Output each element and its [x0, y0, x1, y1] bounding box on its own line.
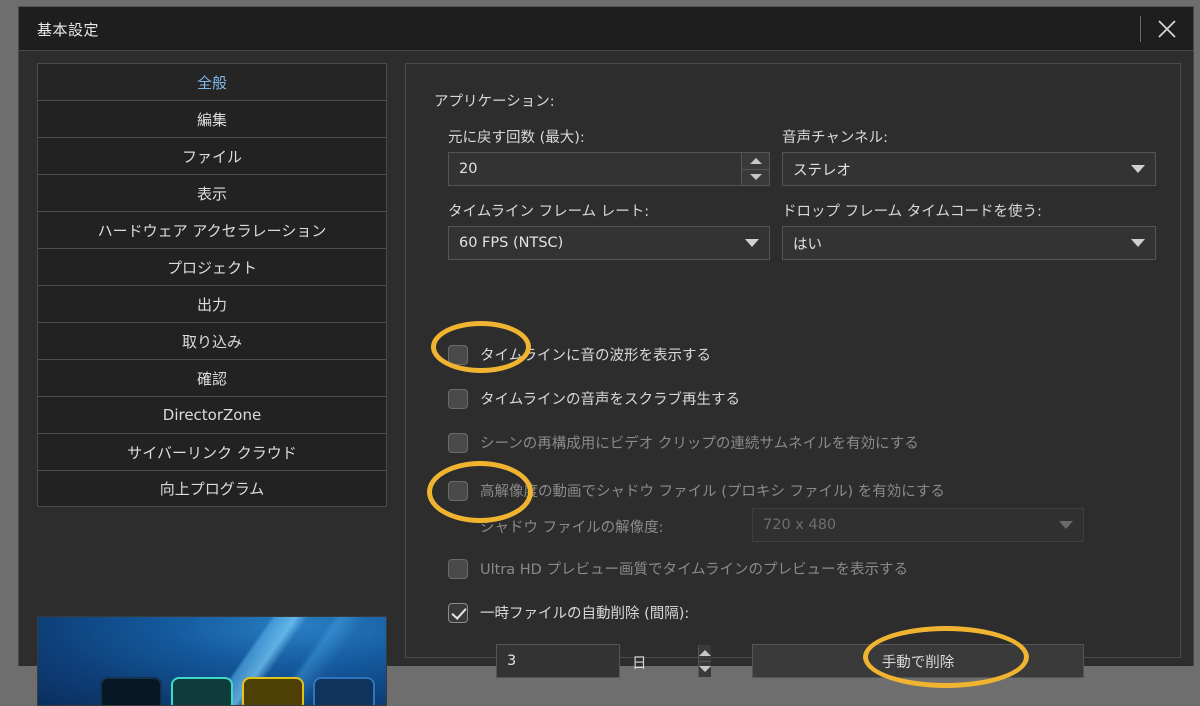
- triangle-up-icon: [749, 157, 762, 164]
- sidebar-item-confirm[interactable]: 確認: [37, 359, 387, 396]
- checkbox-icon[interactable]: [448, 432, 468, 453]
- sidebar-item-label: 全般: [196, 73, 227, 92]
- temp-file-interval-field[interactable]: [496, 644, 711, 678]
- chevron-down-icon: [1131, 239, 1145, 247]
- sidebar-item-file[interactable]: ファイル: [37, 137, 387, 174]
- sidebar-item-label: 編集: [196, 110, 227, 129]
- triangle-up-icon: [699, 649, 711, 656]
- continuous-thumbnails-label: シーンの再構成用にビデオ クリップの連続サムネイルを有効にする: [480, 436, 919, 452]
- sidebar-item-label: プロジェクト: [166, 258, 257, 277]
- preferences-dialog: 基本設定 全般 編集 ファイル 表示 ハードウェア アクセラレーション プロジェ…: [18, 6, 1194, 706]
- preview-chip: [242, 677, 304, 705]
- dialog-body: 全般 編集 ファイル 表示 ハードウェア アクセラレーション プロジェクト 出力…: [19, 51, 1193, 706]
- preview-chip: [100, 677, 162, 705]
- temp-file-interval-unit: 日: [632, 656, 647, 672]
- temp-file-interval-stepper[interactable]: [698, 645, 711, 677]
- triangle-down-icon: [699, 666, 711, 673]
- triangle-down-icon: [749, 174, 762, 181]
- checkbox-icon[interactable]: [448, 602, 468, 623]
- dialog-title: 基本設定: [37, 21, 100, 39]
- timeline-frame-rate-select[interactable]: 60 FPS (NTSC): [448, 226, 770, 260]
- manual-delete-label: 手動で削除: [881, 654, 955, 671]
- checkbox-icon[interactable]: [448, 480, 468, 501]
- shadow-file-checkbox-row[interactable]: 高解像度の動画でシャドウ ファイル (プロキシ ファイル) を有効にする: [448, 480, 945, 501]
- audio-channel-label: 音声チャンネル:: [782, 130, 888, 146]
- dialog-titlebar: 基本設定: [19, 7, 1193, 51]
- sidebar-item-directorzone[interactable]: DirectorZone: [37, 396, 387, 433]
- sidebar-item-capture[interactable]: 取り込み: [37, 322, 387, 359]
- timeline-frame-rate-value: 60 FPS (NTSC): [459, 235, 564, 251]
- stepper-up-button[interactable]: [742, 153, 769, 170]
- shadow-file-label: 高解像度の動画でシャドウ ファイル (プロキシ ファイル) を有効にする: [480, 484, 945, 500]
- ultra-hd-preview-label: Ultra HD プレビュー画質でタイムラインのプレビューを表示する: [480, 562, 908, 578]
- manual-delete-button[interactable]: 手動で削除: [752, 644, 1084, 678]
- shadow-file-resolution-label: シャドウ ファイルの解像度:: [480, 520, 664, 536]
- drop-frame-timecode-select[interactable]: はい: [782, 226, 1156, 260]
- undo-levels-input[interactable]: [449, 161, 741, 177]
- undo-levels-field[interactable]: [448, 152, 770, 186]
- show-audio-waveform-label: タイムラインに音の波形を表示する: [480, 348, 711, 364]
- continuous-thumbnails-checkbox-row[interactable]: シーンの再構成用にビデオ クリップの連続サムネイルを有効にする: [448, 432, 919, 453]
- stepper-down-button[interactable]: [699, 661, 711, 677]
- temp-file-interval-input[interactable]: [497, 653, 698, 669]
- chevron-down-icon: [745, 239, 759, 247]
- stepper-down-button[interactable]: [742, 169, 769, 185]
- sidebar-item-label: 確認: [196, 369, 227, 388]
- sidebar-item-display[interactable]: 表示: [37, 174, 387, 211]
- stepper-up-button[interactable]: [699, 645, 711, 662]
- sidebar-item-label: ファイル: [181, 147, 242, 166]
- sidebar-item-improvement-program[interactable]: 向上プログラム: [37, 470, 387, 507]
- audio-channel-select[interactable]: ステレオ: [782, 152, 1156, 186]
- sidebar-item-label: 向上プログラム: [159, 480, 265, 498]
- sidebar-item-label: ハードウェア アクセラレーション: [97, 221, 327, 240]
- sidebar-item-label: サイバーリンク クラウド: [127, 443, 297, 462]
- sidebar-item-cyberlink-cloud[interactable]: サイバーリンク クラウド: [37, 433, 387, 470]
- checkbox-icon[interactable]: [448, 558, 468, 579]
- titlebar-separator: [1140, 16, 1141, 42]
- scrub-timeline-audio-checkbox-row[interactable]: タイムラインの音声をスクラブ再生する: [448, 388, 740, 409]
- preview-thumbnail: [37, 616, 387, 706]
- shadow-file-resolution-value: 720 x 480: [763, 517, 837, 533]
- checkbox-icon[interactable]: [448, 344, 468, 365]
- audio-channel-value: ステレオ: [793, 162, 851, 179]
- close-button[interactable]: [1147, 11, 1187, 47]
- auto-delete-temp-files-checkbox-row[interactable]: 一時ファイルの自動削除 (間隔):: [448, 602, 689, 623]
- checkbox-icon[interactable]: [448, 388, 468, 409]
- sidebar-item-label: DirectorZone: [162, 406, 262, 424]
- chevron-down-icon: [1131, 165, 1145, 173]
- timeline-frame-rate-label: タイムライン フレーム レート:: [448, 204, 650, 220]
- drop-frame-timecode-value: はい: [793, 236, 822, 253]
- shadow-file-resolution-select[interactable]: 720 x 480: [752, 508, 1084, 542]
- sidebar-item-hardware-acceleration[interactable]: ハードウェア アクセラレーション: [37, 211, 387, 248]
- close-icon: [1158, 20, 1176, 38]
- preview-chip: [171, 677, 233, 705]
- sidebar-item-label: 取り込み: [181, 332, 242, 351]
- drop-frame-timecode-label: ドロップ フレーム タイムコードを使う:: [782, 204, 1042, 220]
- sidebar-item-output[interactable]: 出力: [37, 285, 387, 322]
- ultra-hd-preview-checkbox-row[interactable]: Ultra HD プレビュー画質でタイムラインのプレビューを表示する: [448, 558, 908, 579]
- sidebar-item-edit[interactable]: 編集: [37, 100, 387, 137]
- scrub-timeline-audio-label: タイムラインの音声をスクラブ再生する: [480, 392, 740, 408]
- sidebar-item-project[interactable]: プロジェクト: [37, 248, 387, 285]
- show-audio-waveform-checkbox-row[interactable]: タイムラインに音の波形を表示する: [448, 344, 711, 365]
- auto-delete-temp-files-label: 一時ファイルの自動削除 (間隔):: [480, 606, 690, 622]
- application-section-label: アプリケーション:: [434, 94, 555, 110]
- undo-levels-label: 元に戻す回数 (最大):: [448, 130, 585, 146]
- sidebar-item-general[interactable]: 全般: [37, 63, 387, 100]
- general-settings-panel: アプリケーション: 元に戻す回数 (最大): 音声チャンネル: ステレオ タイム…: [405, 63, 1181, 678]
- sidebar-item-label: 出力: [196, 295, 227, 314]
- sidebar-item-label: 表示: [196, 184, 227, 203]
- undo-levels-stepper[interactable]: [741, 153, 769, 185]
- chevron-down-icon: [1059, 521, 1073, 529]
- preview-chip: [313, 677, 375, 705]
- settings-category-list: 全般 編集 ファイル 表示 ハードウェア アクセラレーション プロジェクト 出力…: [37, 63, 387, 507]
